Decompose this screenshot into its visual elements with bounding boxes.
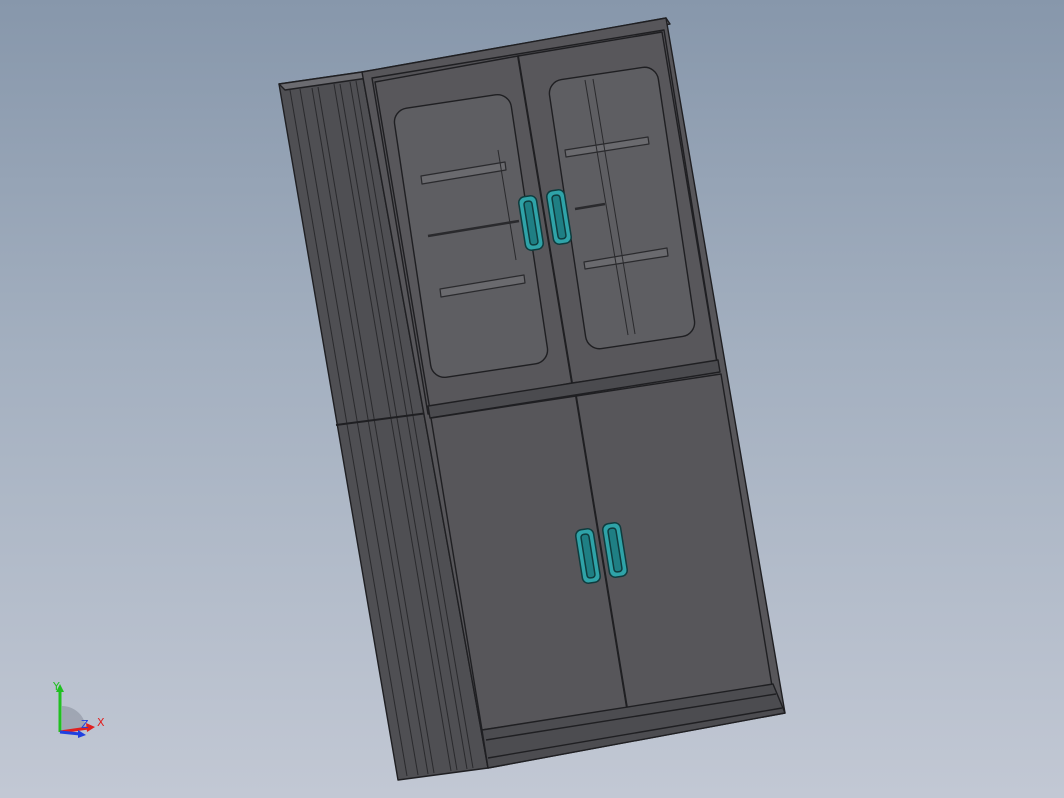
z-axis-line — [59, 730, 81, 736]
3d-viewport[interactable] — [0, 0, 1064, 798]
z-axis-arrow — [78, 730, 86, 738]
y-axis-label: Y — [52, 680, 60, 693]
view-orientation-triad-icon[interactable]: Y X Z — [40, 676, 120, 746]
x-axis-label: X — [97, 716, 105, 729]
cabinet-model[interactable] — [278, 17, 786, 781]
z-axis-label: Z — [81, 718, 89, 731]
